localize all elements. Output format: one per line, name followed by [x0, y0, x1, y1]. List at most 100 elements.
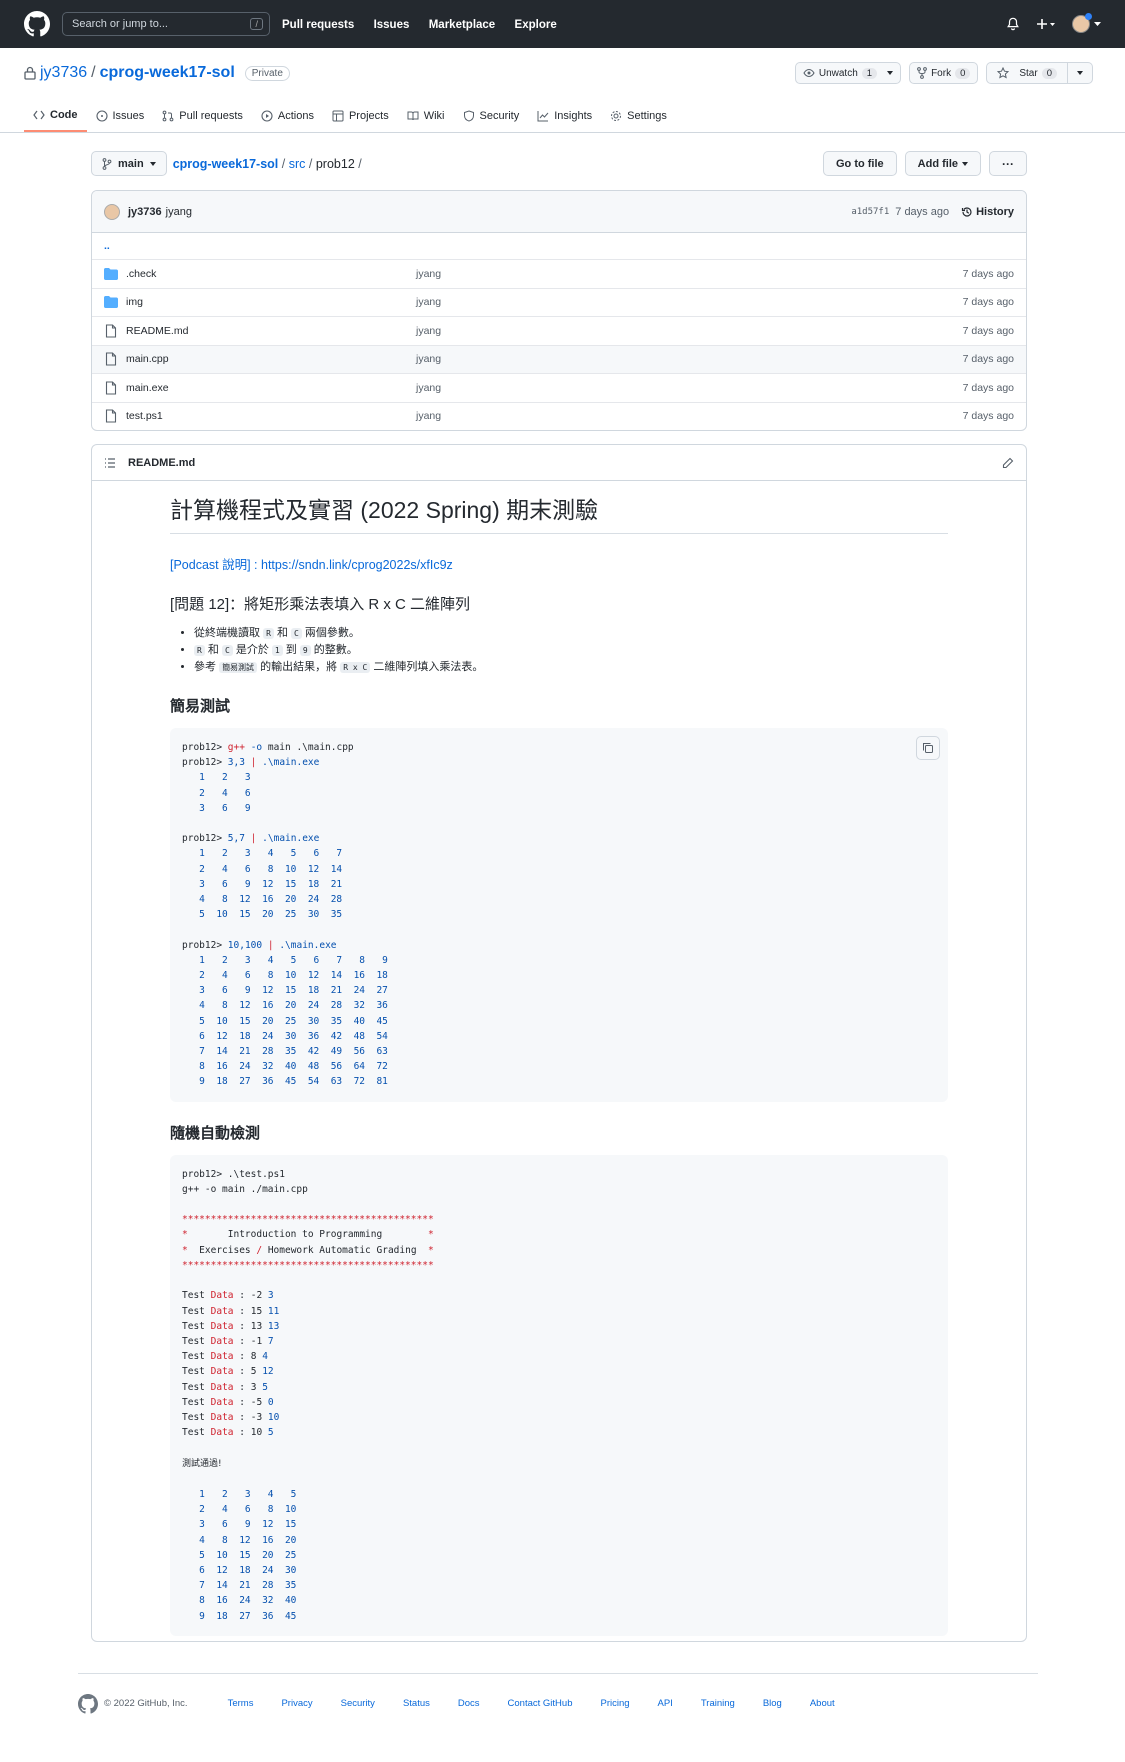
footer-link-about[interactable]: About: [810, 1698, 835, 1709]
plus-dropdown-icon[interactable]: [1036, 17, 1056, 31]
footer-link-docs[interactable]: Docs: [458, 1698, 480, 1709]
tab-issues[interactable]: Issues: [87, 100, 154, 132]
file-commit-message[interactable]: jyang: [416, 296, 963, 308]
podcast-link[interactable]: [Podcast 說明] : https://sndn.link/cprog20…: [170, 554, 948, 573]
file-name[interactable]: test.ps1: [126, 410, 416, 422]
chevron-down-icon: [1094, 21, 1101, 26]
parent-directory-row[interactable]: ..: [92, 233, 1026, 259]
file-row-img[interactable]: img jyang 7 days ago: [92, 287, 1026, 317]
section-heading-simple-test: 簡易測試: [170, 698, 231, 715]
file-commit-message[interactable]: jyang: [416, 410, 963, 422]
list-item: 參考 簡易測試 的輸出結果，將 R x C 二維陣列填入乘法表。: [194, 660, 948, 675]
star-button[interactable]: Star 0: [986, 62, 1068, 84]
nav-pull-requests[interactable]: Pull requests: [282, 19, 354, 31]
file-commit-message[interactable]: jyang: [416, 382, 963, 394]
tab-security[interactable]: Security: [454, 100, 529, 132]
readme-filename[interactable]: README.md: [128, 457, 195, 469]
repo-owner-link[interactable]: jy3736: [40, 64, 87, 82]
footer-link-pricing[interactable]: Pricing: [600, 1698, 629, 1709]
file-row-test-ps1[interactable]: test.ps1 jyang 7 days ago: [92, 401, 1026, 431]
play-icon: [261, 110, 273, 122]
file-name[interactable]: README.md: [126, 325, 416, 337]
tab-security-label: Security: [479, 110, 520, 122]
nav-marketplace[interactable]: Marketplace: [429, 19, 495, 31]
fork-icon: [917, 67, 927, 79]
code-block-auto-test: prob12> .\test.ps1 g++ -o main ./main.cp…: [170, 1154, 948, 1636]
breadcrumb-root[interactable]: cprog-week17-sol: [173, 157, 279, 171]
repo-name-link[interactable]: cprog-week17-sol: [100, 64, 235, 82]
tab-insights-label: Insights: [554, 110, 593, 122]
history-link[interactable]: History: [961, 206, 1014, 218]
more-options-button[interactable]: ···: [989, 151, 1027, 176]
tab-wiki[interactable]: Wiki: [398, 100, 454, 132]
breadcrumb-current: prob12: [315, 156, 355, 171]
go-to-file-button[interactable]: Go to file: [822, 151, 897, 176]
file-row-readme-md[interactable]: README.md jyang 7 days ago: [92, 316, 1026, 345]
file-row-main-exe[interactable]: main.exe jyang 7 days ago: [92, 373, 1026, 402]
github-logo-icon[interactable]: [24, 11, 50, 37]
file-name[interactable]: img: [126, 296, 416, 308]
star-label: Star: [1019, 67, 1038, 79]
file-commit-message[interactable]: jyang: [416, 325, 963, 337]
pencil-icon[interactable]: [1002, 457, 1014, 469]
top-nav: Pull requests Issues Marketplace Explore: [282, 17, 573, 31]
file-row-main-cpp[interactable]: main.cpp jyang 7 days ago: [92, 344, 1026, 373]
tab-projects-label: Projects: [348, 110, 389, 122]
commit-author[interactable]: jy3736: [128, 206, 162, 218]
file-commit-message[interactable]: jyang: [416, 268, 963, 280]
footer-link-status[interactable]: Status: [403, 1698, 430, 1709]
avatar[interactable]: [104, 203, 120, 220]
nav-issues[interactable]: Issues: [374, 19, 410, 31]
history-icon: [961, 206, 972, 217]
file-row-check[interactable]: .check jyang 7 days ago: [92, 259, 1026, 288]
file-name[interactable]: main.cpp: [126, 353, 416, 365]
footer-link-contact-github[interactable]: Contact GitHub: [508, 1698, 573, 1709]
parent-directory-link[interactable]: ..: [104, 240, 110, 252]
breadcrumb-src[interactable]: src: [289, 157, 306, 171]
readme-panel: README.md 計算機程式及實習 (2022 Spring) 期末測驗 [P…: [91, 444, 1027, 1642]
code-block-simple-test: prob12> g++ -o main .\main.cpp prob12> 3…: [170, 728, 948, 1102]
user-menu[interactable]: [1072, 13, 1101, 33]
search-input[interactable]: Search or jump to... /: [62, 12, 270, 36]
copy-button[interactable]: [916, 736, 940, 760]
commit-message[interactable]: jyang: [166, 206, 192, 218]
file-icon: [105, 352, 117, 366]
avatar: [1072, 13, 1092, 33]
list-item: 從終端機讀取 R 和 C 兩個參數。: [194, 626, 948, 641]
commit-sha[interactable]: a1d57f1: [851, 207, 889, 217]
tab-insights[interactable]: Insights: [528, 100, 601, 132]
file-icon: [105, 381, 117, 395]
tab-code[interactable]: Code: [24, 100, 87, 132]
problem-heading: [問題 12]：將矩形乘法表填入 R x C 二維陣列: [170, 596, 471, 613]
tab-actions[interactable]: Actions: [252, 100, 323, 132]
footer-link-security[interactable]: Security: [341, 1698, 375, 1709]
latest-commit-row: jy3736 jyang a1d57f1 7 days ago History: [92, 191, 1026, 233]
file-age: 7 days ago: [962, 410, 1014, 423]
tab-settings[interactable]: Settings: [601, 100, 676, 132]
branch-selector[interactable]: main: [91, 151, 167, 176]
star-list-dropdown[interactable]: [1068, 62, 1093, 84]
footer-link-blog[interactable]: Blog: [763, 1698, 782, 1709]
watch-count: 1: [861, 67, 878, 79]
footer-link-api[interactable]: API: [658, 1698, 673, 1709]
section-heading-auto-test: 隨機自動檢測: [170, 1124, 261, 1142]
readme-header: README.md: [92, 445, 1026, 481]
tab-settings-label: Settings: [627, 110, 667, 122]
footer-link-privacy[interactable]: Privacy: [281, 1698, 312, 1709]
tab-issues-label: Issues: [112, 110, 145, 122]
tab-projects[interactable]: Projects: [323, 100, 398, 132]
file-name[interactable]: main.exe: [126, 382, 416, 394]
repo-actions: Unwatch 1 Fork 0 Star 0: [794, 62, 1093, 84]
bell-icon[interactable]: [1006, 17, 1020, 31]
tab-pull-requests-label: Pull requests: [179, 110, 243, 122]
github-mark-icon[interactable]: [78, 1693, 98, 1714]
tab-pull-requests[interactable]: Pull requests: [153, 100, 252, 132]
footer-link-training[interactable]: Training: [701, 1698, 735, 1709]
file-name[interactable]: .check: [126, 268, 416, 280]
nav-explore[interactable]: Explore: [515, 19, 557, 31]
file-commit-message[interactable]: jyang: [416, 353, 963, 365]
unwatch-button[interactable]: Unwatch 1: [794, 62, 902, 84]
fork-button[interactable]: Fork 0: [909, 62, 979, 84]
footer-link-terms[interactable]: Terms: [228, 1698, 254, 1709]
add-file-button[interactable]: Add file: [904, 151, 981, 176]
